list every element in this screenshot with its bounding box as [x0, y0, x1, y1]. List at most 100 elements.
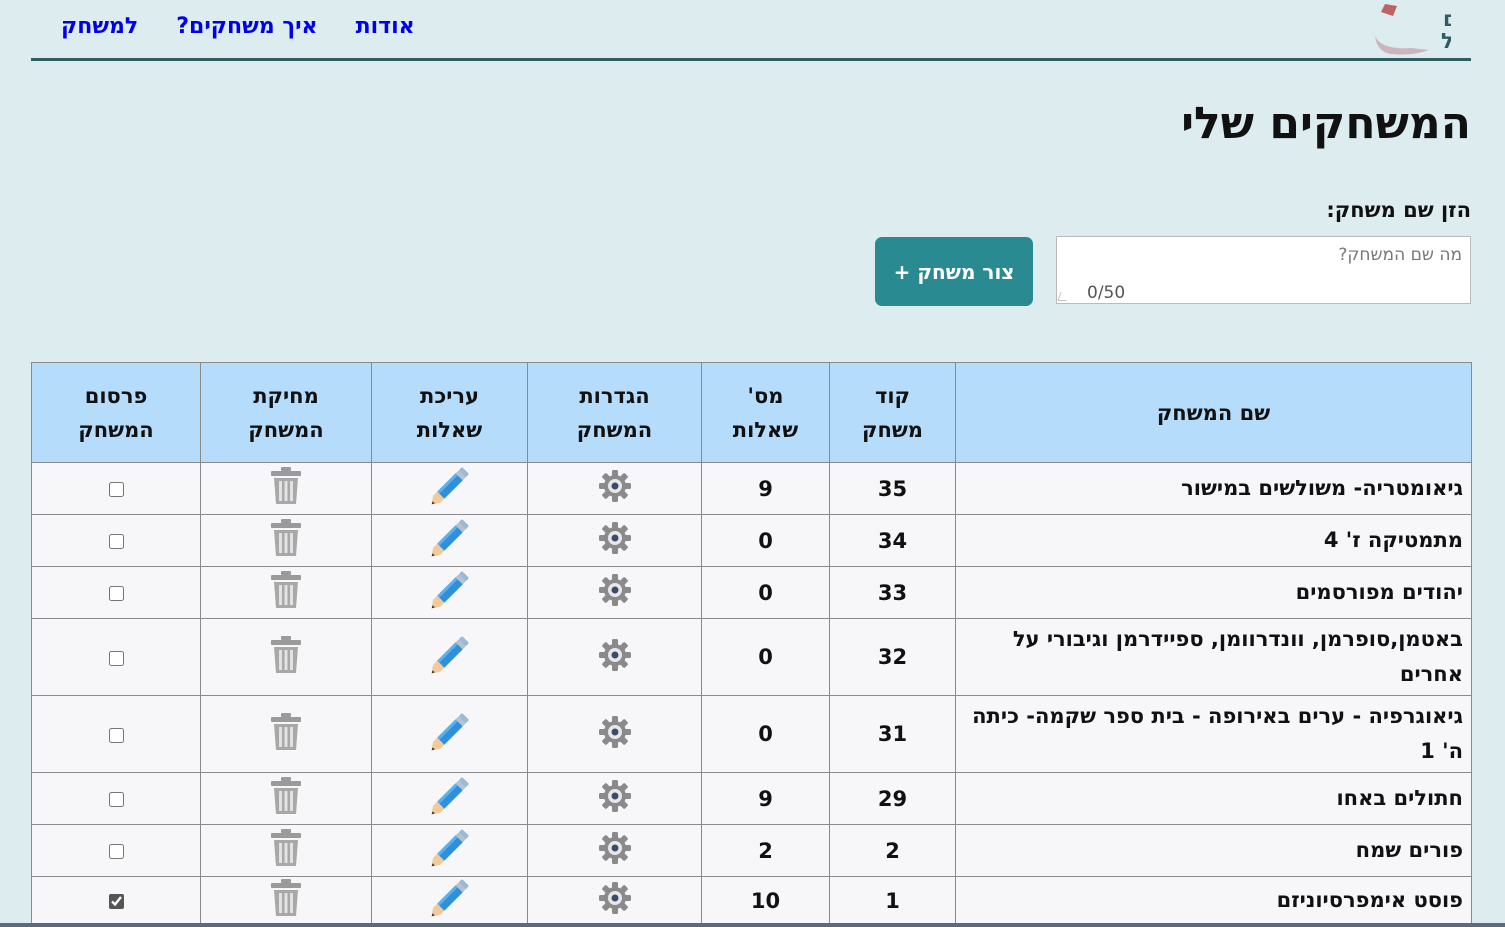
publish-checkbox[interactable]	[108, 650, 124, 666]
game-name-label: הזן שם משחק:	[1326, 198, 1471, 222]
header-publish-game: פרסום המשחק	[31, 362, 201, 463]
delete-cell	[200, 876, 372, 925]
trash-icon[interactable]	[269, 828, 303, 868]
publish-cell	[31, 876, 201, 925]
header-label-line: משחק	[861, 417, 923, 442]
pencil-icon[interactable]	[429, 775, 471, 817]
game-name: יהודים מפורסמים	[1295, 580, 1463, 604]
game-code-cell: 35	[829, 462, 956, 515]
publish-checkbox[interactable]	[108, 534, 124, 549]
game-code-cell: 31	[829, 695, 956, 773]
main-nav: למשחק איך משחקים? אודות	[61, 14, 415, 39]
pencil-icon[interactable]	[429, 634, 471, 676]
nav-how-to-play[interactable]: איך משחקים?	[176, 14, 317, 39]
game-name: פוסט אימפרסיוניזם	[1276, 888, 1463, 912]
publish-checkbox[interactable]	[108, 844, 124, 859]
trash-icon[interactable]	[269, 712, 303, 752]
settings-cell	[527, 772, 702, 825]
game-code-cell: 33	[829, 566, 956, 619]
publish-checkbox[interactable]	[108, 894, 124, 909]
publish-checkbox[interactable]	[108, 792, 124, 807]
delete-cell	[200, 566, 372, 619]
pencil-icon[interactable]	[429, 465, 471, 507]
questions-count-cell: 2	[701, 824, 830, 877]
questions-count-cell: 9	[701, 772, 830, 825]
header-game-settings: הגדרות המשחק	[527, 362, 702, 463]
game-code: 32	[877, 645, 908, 669]
questions-count: 0	[758, 528, 773, 553]
edit-cell	[371, 824, 528, 877]
publish-cell	[31, 566, 201, 619]
delete-cell	[200, 618, 372, 696]
game-name-cell: מתמטיקה ז' 4	[955, 514, 1472, 567]
header-label-line: מחיקת	[253, 383, 319, 408]
questions-count-cell: 0	[701, 695, 830, 773]
settings-cell	[527, 824, 702, 877]
questions-count: 9	[758, 786, 773, 811]
pencil-icon[interactable]	[429, 877, 471, 919]
trash-icon[interactable]	[269, 466, 303, 506]
pencil-icon[interactable]	[429, 827, 471, 869]
game-name-cell: פורים שמח	[955, 824, 1472, 877]
game-code-cell: 29	[829, 772, 956, 825]
game-code: 1	[885, 888, 900, 913]
site-logo[interactable]: עפים בחלל	[1351, 2, 1494, 56]
trash-icon[interactable]	[269, 635, 303, 675]
publish-cell	[31, 514, 201, 567]
pencil-icon[interactable]	[429, 711, 471, 753]
create-game-button[interactable]: צור משחק +	[875, 237, 1033, 306]
trash-icon[interactable]	[269, 776, 303, 816]
settings-cell	[527, 462, 702, 515]
pencil-icon[interactable]	[429, 569, 471, 611]
questions-count: 10	[750, 888, 781, 913]
publish-checkbox[interactable]	[108, 482, 124, 497]
header-label-line: קוד	[874, 383, 911, 408]
gear-icon[interactable]	[595, 518, 635, 558]
nav-to-game[interactable]: למשחק	[61, 14, 138, 39]
trash-icon[interactable]	[269, 570, 303, 610]
header-label-line: פרסום	[84, 383, 148, 408]
game-name-cell: גיאוגרפיה - ערים באירופה - בית ספר שקמה-…	[955, 695, 1472, 773]
trash-icon[interactable]	[269, 878, 303, 918]
gear-icon[interactable]	[595, 712, 635, 752]
settings-cell	[527, 876, 702, 925]
gear-icon[interactable]	[595, 828, 635, 868]
game-name-cell: באטמן,סופרמן, וונדרוומן, ספיידרמן וגיבור…	[955, 618, 1472, 696]
games-table-body: גיאומטריה- משולשים במישור 35 9 מתמטיקה ז…	[31, 462, 1472, 925]
publish-cell	[31, 618, 201, 696]
questions-count: 0	[758, 645, 773, 669]
game-name: באטמן,סופרמן, וונדרוומן, ספיידרמן וגיבור…	[1012, 627, 1463, 686]
trash-icon[interactable]	[269, 518, 303, 558]
table-row: באטמן,סופרמן, וונדרוומן, ספיידרמן וגיבור…	[31, 618, 1472, 696]
char-counter: 0/50	[1087, 283, 1126, 303]
table-row: פורים שמח 2 2	[31, 824, 1472, 877]
game-name-cell: גיאומטריה- משולשים במישור	[955, 462, 1472, 515]
gear-icon[interactable]	[595, 878, 635, 918]
nav-about[interactable]: אודות	[356, 14, 415, 39]
header-label-line: שאלות	[416, 417, 483, 442]
header-game-code: קוד משחק	[829, 362, 956, 463]
table-header-row: שם המשחק קוד משחק מס' שאלות הגדרות המשחק ער…	[31, 362, 1472, 463]
table-row: גיאומטריה- משולשים במישור 35 9	[31, 462, 1472, 515]
gear-icon[interactable]	[595, 776, 635, 816]
publish-cell	[31, 824, 201, 877]
gear-icon[interactable]	[595, 570, 635, 610]
questions-count-cell: 10	[701, 876, 830, 925]
pencil-icon[interactable]	[429, 517, 471, 559]
gear-icon[interactable]	[595, 466, 635, 506]
game-name-cell: חתולים באחו	[955, 772, 1472, 825]
publish-checkbox[interactable]	[108, 586, 124, 601]
game-code: 31	[877, 722, 908, 746]
edit-cell	[371, 876, 528, 925]
header-questions-count: מס' שאלות	[701, 362, 830, 463]
top-bar: עפים בחלל למשחק איך משחקים? אודות	[31, 0, 1494, 61]
questions-count-cell: 0	[701, 514, 830, 567]
questions-count-cell: 0	[701, 618, 830, 696]
publish-checkbox[interactable]	[108, 727, 124, 743]
edit-cell	[371, 695, 528, 773]
delete-cell	[200, 824, 372, 877]
header-label-line: המשחק	[78, 417, 154, 442]
table-row: מתמטיקה ז' 4 34 0	[31, 514, 1472, 567]
questions-count: 9	[758, 476, 773, 501]
gear-icon[interactable]	[595, 635, 635, 675]
